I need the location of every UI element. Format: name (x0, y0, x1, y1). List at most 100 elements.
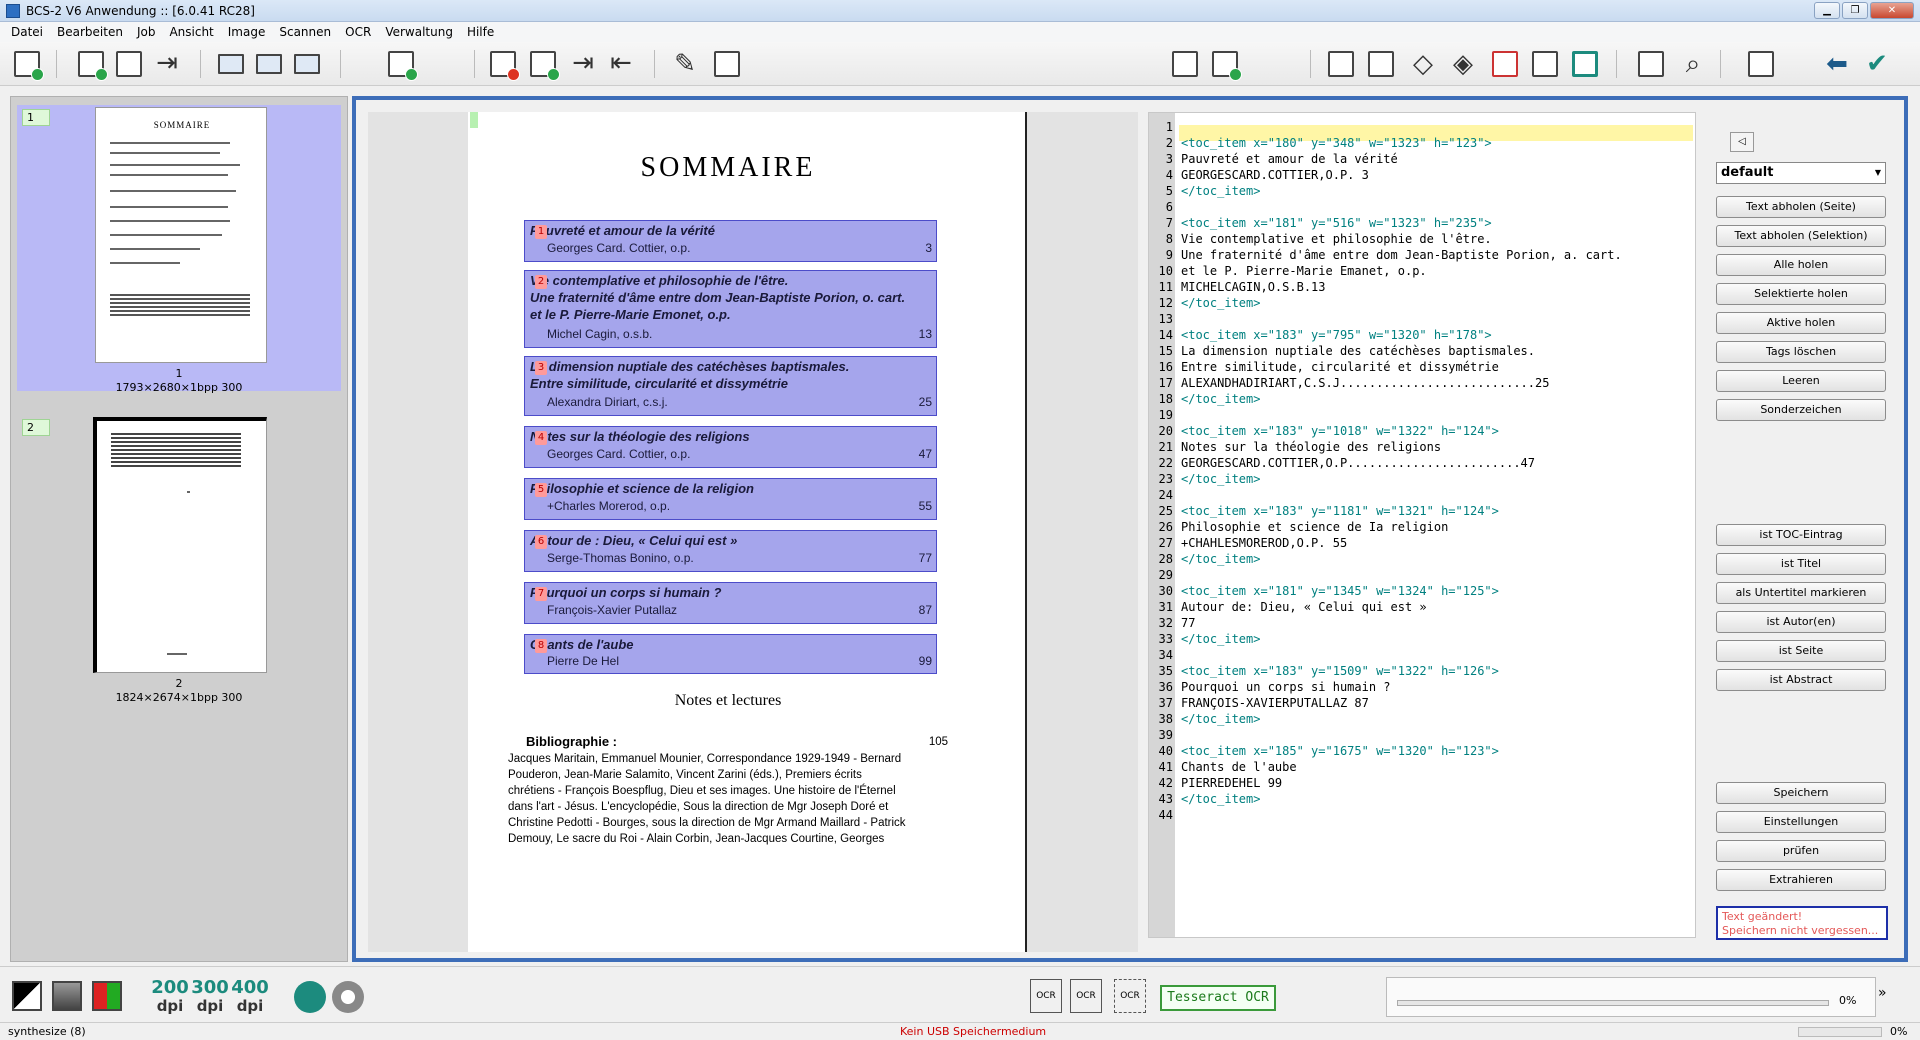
tesseract-ocr-button[interactable]: Tesseract OCR (1160, 985, 1276, 1011)
frame-teal-button[interactable] (1568, 47, 1602, 81)
page-settings-button[interactable] (1168, 47, 1202, 81)
ocr-selection-button[interactable]: OCR (1114, 979, 1146, 1013)
dpi-300-button[interactable]: 300 dpi (190, 979, 230, 1016)
thumbnail-panel[interactable]: 1 SOMMAIRE 1 1793×2680×1bpp 300 2 2 1824… (10, 96, 348, 962)
fit-page-button[interactable] (290, 47, 324, 81)
new-page-button[interactable] (74, 47, 108, 81)
selektierte-holen-button[interactable]: Selektierte holen (1716, 283, 1886, 305)
thumbnail-text-line (110, 152, 220, 154)
expand-chevron-icon[interactable]: » (1878, 985, 1887, 1001)
tags-loeschen-button[interactable]: Tags löschen (1716, 341, 1886, 363)
gear-icon[interactable] (332, 981, 364, 1013)
line-number: 26 (1158, 520, 1173, 534)
toc-author: Michel Cagin, o.s.b. (547, 327, 653, 341)
menu-verwaltung[interactable]: Verwaltung (378, 25, 460, 39)
ist-titel-button[interactable]: ist Titel (1716, 553, 1886, 575)
zone-grid-button[interactable] (526, 47, 560, 81)
code-line: <toc_item x="181" y="1345" w="1324" h="1… (1181, 584, 1499, 598)
menu-job[interactable]: Job (130, 25, 163, 39)
add-zone-button[interactable] (384, 47, 418, 81)
deskew-button[interactable]: ◇ (1406, 47, 1440, 81)
close-button[interactable]: ✕ (1870, 2, 1914, 19)
grayscale-mode-icon[interactable] (52, 981, 82, 1011)
toc-zone-8[interactable]: Chants de l'aube Pierre De Hel 99 8 (524, 634, 937, 674)
menu-bearbeiten[interactable]: Bearbeiten (50, 25, 130, 39)
sonderzeichen-button[interactable]: Sonderzeichen (1716, 399, 1886, 421)
toc-zone-1[interactable]: Pauvreté et amour de la vérité Georges C… (524, 220, 937, 262)
speichern-button[interactable]: Speichern (1716, 782, 1886, 804)
code-line: La dimension nuptiale des catéchèses bap… (1181, 344, 1536, 358)
leeren-button[interactable]: Leeren (1716, 370, 1886, 392)
edit-pen-button[interactable]: ✎ (668, 47, 702, 81)
bw-mode-icon[interactable] (12, 981, 42, 1011)
open-folder-button[interactable] (112, 47, 146, 81)
dpi-200-button[interactable]: 200 dpi (150, 979, 190, 1016)
code-line: Entre similitude, circularité et dissymé… (1181, 360, 1499, 374)
menu-hilfe[interactable]: Hilfe (460, 25, 501, 39)
toc-zone-2[interactable]: Vie contemplative et philosophie de l'êt… (524, 270, 937, 348)
image-pane[interactable]: SOMMAIRE Pauvreté et amour de la vérité … (368, 112, 1138, 952)
fit-width-button[interactable] (252, 47, 286, 81)
thumbnail-page-2[interactable]: 2 2 1824×2674×1bpp 300 (17, 415, 341, 705)
toc-zone-5[interactable]: Philosophie et science de la religion +C… (524, 478, 937, 520)
profile-dropdown[interactable]: default ▼ (1716, 162, 1886, 184)
border-red-button[interactable] (1488, 47, 1522, 81)
back-button[interactable]: ⬅ (1820, 47, 1854, 81)
menu-ansicht[interactable]: Ansicht (162, 25, 220, 39)
edit-grid-button[interactable] (710, 47, 744, 81)
toc-zone-6[interactable]: Autour de : Dieu, « Celui qui est » Serg… (524, 530, 937, 572)
ist-abstract-button[interactable]: ist Abstract (1716, 669, 1886, 691)
menu-scannen[interactable]: Scannen (272, 25, 338, 39)
maximize-button[interactable]: ❐ (1842, 2, 1868, 19)
import-button[interactable]: ⇥ (150, 47, 184, 81)
rotate-button[interactable]: ◈ (1446, 47, 1480, 81)
xml-editor[interactable]: 1 2 3 4 5 6 7 8 9 10 11 12 13 14 15 16 17 18 19 20 21 22 23 24 2… (1148, 112, 1696, 938)
alle-holen-button[interactable]: Alle holen (1716, 254, 1886, 276)
dpi-400-button[interactable]: 400 dpi (230, 979, 270, 1016)
zoom-1-1-button[interactable] (214, 47, 248, 81)
crop-button[interactable] (1324, 47, 1358, 81)
remove-zone-button[interactable] (486, 47, 520, 81)
toc-badge: 6 (535, 535, 547, 549)
image-view-button[interactable] (1744, 47, 1778, 81)
line-number: 15 (1158, 344, 1173, 358)
toc-zone-7[interactable]: Pourquoi un corps si humain ? François-X… (524, 582, 937, 624)
move-right-button[interactable]: ⇥ (566, 47, 600, 81)
ist-toc-eintrag-button[interactable]: ist TOC-Eintrag (1716, 524, 1886, 546)
untertitel-button[interactable]: als Untertitel markieren (1716, 582, 1886, 604)
code-line: </toc_item> (1181, 632, 1261, 646)
text-abholen-selektion-button[interactable]: Text abholen (Selektion) (1716, 225, 1886, 247)
thumbnail-text-block (111, 433, 241, 469)
text-abc-icon (14, 51, 44, 81)
menu-datei[interactable]: Datei (4, 25, 50, 39)
ocr-page-button[interactable]: OCR (1030, 979, 1062, 1013)
page-add-button[interactable] (1208, 47, 1242, 81)
pruefen-button[interactable]: prüfen (1716, 840, 1886, 862)
toc-badge: 2 (535, 275, 547, 289)
ocr-zone-button[interactable]: OCR (1070, 979, 1102, 1013)
menu-ocr[interactable]: OCR (338, 25, 378, 39)
scanned-page[interactable]: SOMMAIRE Pauvreté et amour de la vérité … (468, 112, 1027, 952)
toc-zone-4[interactable]: Notes sur la théologie des religions Geo… (524, 426, 937, 468)
minimize-button[interactable]: ▁ (1814, 2, 1840, 19)
aktive-holen-button[interactable]: Aktive holen (1716, 312, 1886, 334)
color-mode-icon[interactable] (92, 981, 122, 1011)
text-abholen-seite-button[interactable]: Text abholen (Seite) (1716, 196, 1886, 218)
confirm-button[interactable]: ✔ (1860, 47, 1894, 81)
ist-autor-button[interactable]: ist Autor(en) (1716, 611, 1886, 633)
menu-image[interactable]: Image (221, 25, 273, 39)
ist-seite-button[interactable]: ist Seite (1716, 640, 1886, 662)
collapse-panel-button[interactable]: ◁ (1730, 132, 1754, 152)
toc-zone-3[interactable]: La dimension nuptiale des catéchèses bap… (524, 356, 937, 416)
thumbnail-page-1[interactable]: 1 SOMMAIRE 1 1793×2680×1bpp 300 (17, 105, 341, 394)
navigate-icon[interactable] (294, 981, 326, 1013)
export-button[interactable] (1634, 47, 1668, 81)
text-add-button[interactable] (10, 47, 44, 81)
thumbnail-text-block (110, 294, 250, 318)
search-page-button[interactable]: ⌕ (1676, 47, 1710, 81)
extrahieren-button[interactable]: Extrahieren (1716, 869, 1886, 891)
split-button[interactable] (1364, 47, 1398, 81)
move-left-button[interactable]: ⇤ (604, 47, 638, 81)
page-fold-button[interactable] (1528, 47, 1562, 81)
einstellungen-button[interactable]: Einstellungen (1716, 811, 1886, 833)
